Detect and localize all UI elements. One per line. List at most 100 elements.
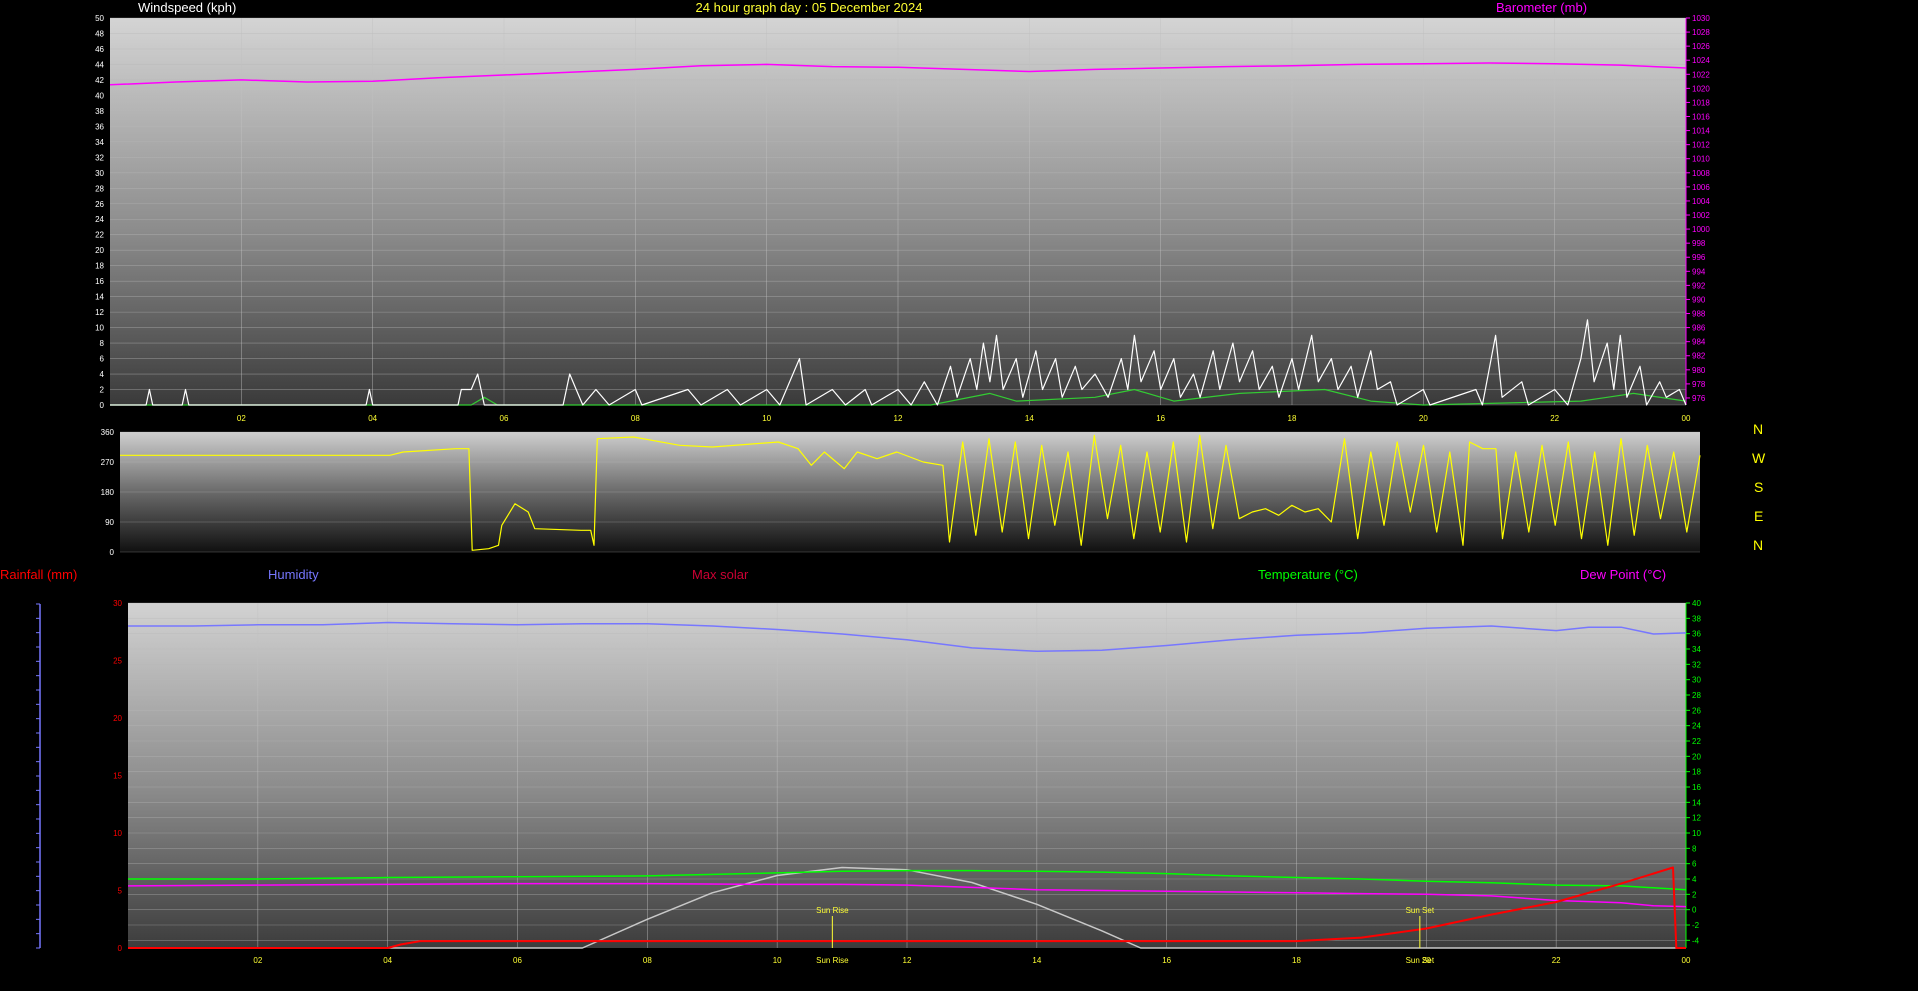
ytick-temperature-label: 34 [1692, 645, 1701, 654]
ytick-right-label: 1014 [1692, 127, 1710, 136]
compass-label-s: S [1754, 479, 1764, 495]
ytick-right-label: 1012 [1692, 141, 1710, 150]
xtick-label: 16 [1162, 956, 1171, 965]
ytick-temperature-label: 30 [1692, 676, 1701, 685]
compass-label-n-bottom: N [1753, 537, 1764, 553]
ytick-right-label: 1018 [1692, 98, 1710, 107]
ytick-temperature-label: 20 [1692, 752, 1701, 761]
ytick-temperature-label: 10 [1692, 829, 1701, 838]
ytick-temperature-label: 2 [1692, 890, 1697, 899]
xtick-label: 16 [1156, 414, 1165, 423]
wind-direction-ticks: 0 90 180 270 360 [101, 428, 115, 557]
barometer-axis-title: Barometer (mb) [1496, 0, 1588, 15]
xtick-label: 14 [1032, 956, 1041, 965]
windspeed-axis-title: Windspeed (kph) [138, 0, 237, 15]
xtick-label: 12 [903, 956, 912, 965]
ytick-temperature-label: 28 [1692, 691, 1701, 700]
xtick-label: 04 [383, 956, 392, 965]
ytick-temperature-label: 8 [1692, 844, 1697, 853]
ytick-temperature-label: 4 [1692, 875, 1697, 884]
ytick-left-label: 24 [95, 215, 104, 224]
ytick-right-label: 984 [1692, 338, 1706, 347]
ytick-left-label: 50 [95, 14, 104, 23]
ytick-right-label: 1002 [1692, 211, 1710, 220]
ytick-left-label: 28 [95, 184, 104, 193]
xtick-label: 06 [513, 956, 522, 965]
wind-baro-panel: 0246810121416182022242628303234363840424… [95, 14, 1710, 423]
ytick-right-label: 1006 [1692, 183, 1710, 192]
ytick-temperature-label: 38 [1692, 614, 1701, 623]
xtick-label: 08 [643, 956, 652, 965]
ytick-right-label: 978 [1692, 380, 1706, 389]
ytick-temperature-label: 26 [1692, 706, 1701, 715]
rainfall-axis-title: Rainfall (mm) [0, 567, 78, 582]
ytick-temperature-label: 12 [1692, 814, 1701, 823]
ytick-left-label: 38 [95, 107, 104, 116]
ytick-temperature-label: 14 [1692, 798, 1701, 807]
ytick-left-label: 26 [95, 200, 104, 209]
xtick-label: 22 [1550, 414, 1559, 423]
ytick-left-label: 34 [95, 138, 104, 147]
ytick-rain-label: 25 [113, 657, 122, 666]
compass-label-e: E [1754, 508, 1764, 524]
ytick-left-label: 12 [95, 308, 104, 317]
sun-rise-label: Sun Rise [816, 906, 849, 915]
humidity-legend: Humidity [268, 567, 319, 582]
ytick-right-label: 976 [1692, 394, 1706, 403]
ytick-right-label: 1026 [1692, 42, 1710, 51]
ytick-left-label: 20 [95, 246, 104, 255]
ytick-rain-label: 0 [118, 944, 123, 953]
ytick-right-label: 980 [1692, 366, 1706, 375]
ytick-temperature-label: 36 [1692, 630, 1701, 639]
xtick-label: 10 [773, 956, 782, 965]
ytick-left-label: 36 [95, 122, 104, 131]
ytick-left-label: 2 [100, 386, 105, 395]
ytick-left-label: 4 [100, 370, 105, 379]
ytick-left-label: 0 [100, 401, 105, 410]
temperature-legend: Temperature (°C) [1258, 567, 1358, 582]
ytick-left-label: 46 [95, 45, 104, 54]
ytick-left-label: 32 [95, 153, 104, 162]
xtick-label: 22 [1552, 956, 1561, 965]
ytick-left-label: 8 [100, 339, 105, 348]
ytick-right-label: 1010 [1692, 155, 1710, 164]
ytick-rain-label: 5 [118, 887, 123, 896]
ytick-left-label: 48 [95, 29, 104, 38]
ytick-left-label: 14 [95, 293, 104, 302]
ytick-rain-label: 15 [113, 772, 122, 781]
ytick-right-label: 1022 [1692, 70, 1710, 79]
ytick-temperature-label: 18 [1692, 768, 1701, 777]
ytick-left-label: 10 [95, 324, 104, 333]
ytick-left-label: 42 [95, 76, 104, 85]
xtick-label: 12 [894, 414, 903, 423]
xtick-label: 14 [1025, 414, 1034, 423]
xtick-label: 04 [368, 414, 377, 423]
xtick-label: 00 [1682, 414, 1691, 423]
ytick-direction-label: 360 [101, 428, 115, 437]
weather-graph: 0246810121416182022242628303234363840424… [36, 14, 1710, 965]
xtick-label: 08 [631, 414, 640, 423]
ytick-left-label: 16 [95, 277, 104, 286]
ytick-right-label: 994 [1692, 267, 1706, 276]
xtick-label: 18 [1288, 414, 1297, 423]
ytick-left-label: 18 [95, 262, 104, 271]
ytick-left-label: 40 [95, 91, 104, 100]
ytick-right-label: 996 [1692, 253, 1706, 262]
ytick-direction-label: 90 [105, 518, 114, 527]
secondary-rain-axis [36, 603, 41, 949]
ytick-left-label: 30 [95, 169, 104, 178]
sun-rise-axis-label: Sun Rise [816, 956, 849, 965]
chart-title: 24 hour graph day : 05 December 2024 [695, 0, 923, 15]
ytick-right-label: 1016 [1692, 113, 1710, 122]
xtick-label: 18 [1292, 956, 1301, 965]
xtick-label: 20 [1419, 414, 1428, 423]
ytick-direction-label: 270 [101, 458, 115, 467]
ytick-temperature-label: 40 [1692, 599, 1701, 608]
ytick-right-label: 1008 [1692, 169, 1710, 178]
ytick-temperature-label: -2 [1692, 921, 1700, 930]
ytick-right-label: 998 [1692, 239, 1706, 248]
ytick-left-label: 6 [100, 355, 105, 364]
xtick-label: 00 [1682, 956, 1691, 965]
sun-set-label: Sun Set [1406, 906, 1435, 915]
ytick-temperature-label: 32 [1692, 660, 1701, 669]
